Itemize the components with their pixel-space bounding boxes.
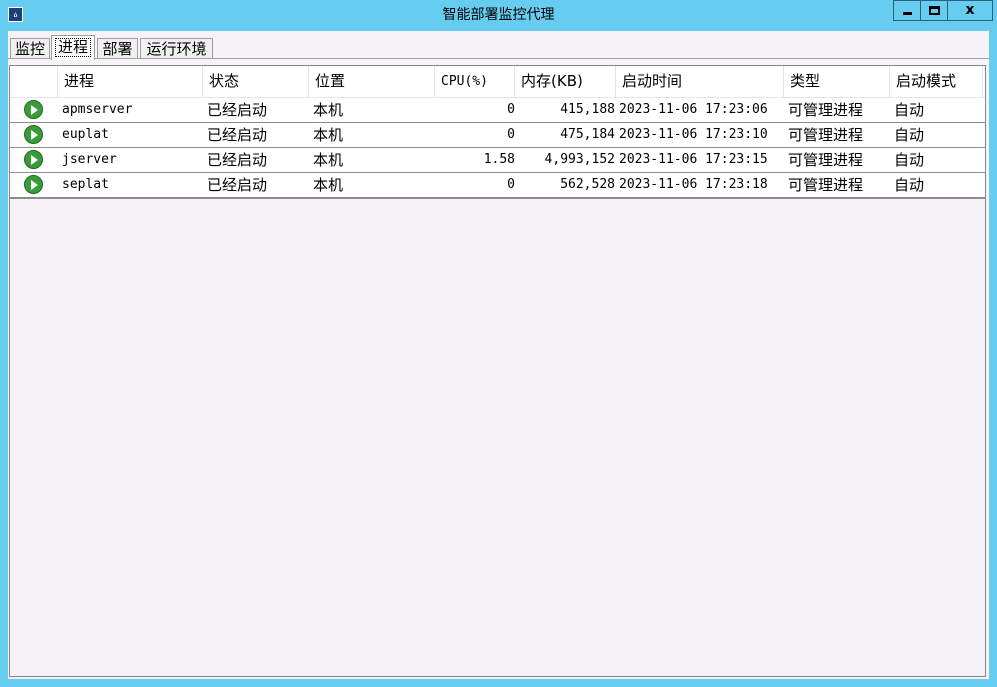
- process-tab-panel: 进程 状态 位置 CPU(%) 内存(KB) 启动时间 类型 启动模式 apms…: [8, 58, 989, 679]
- tab-label: 监控: [14, 40, 45, 58]
- column-header-start-time[interactable]: 启动时间: [616, 66, 784, 97]
- close-button[interactable]: x: [947, 0, 993, 21]
- tab-deploy[interactable]: 部署: [97, 38, 138, 59]
- column-header-status[interactable]: 状态: [203, 66, 309, 97]
- column-header-start-mode[interactable]: 启动模式: [890, 66, 983, 97]
- running-icon: [24, 100, 43, 119]
- process-name: seplat: [62, 177, 109, 192]
- process-memory: 475,184: [560, 127, 615, 142]
- column-header-type[interactable]: 类型: [784, 66, 890, 97]
- process-start-time: 2023-11-06 17:23:18: [619, 177, 768, 192]
- process-memory: 4,993,152: [544, 152, 615, 167]
- process-type: 可管理进程: [788, 101, 864, 119]
- process-start-mode: 自动: [894, 151, 925, 169]
- process-status: 已经启动: [207, 151, 268, 169]
- process-cpu: 0: [507, 177, 515, 192]
- tab-label: 运行环境: [146, 40, 207, 58]
- running-icon: [24, 125, 43, 144]
- process-memory: 415,188: [560, 102, 615, 117]
- minimize-button[interactable]: [893, 0, 920, 21]
- process-type: 可管理进程: [788, 126, 864, 144]
- minimize-icon: [903, 12, 912, 15]
- close-icon: x: [965, 2, 975, 18]
- process-start-time: 2023-11-06 17:23:15: [619, 152, 768, 167]
- column-header-process[interactable]: 进程: [58, 66, 203, 97]
- table-row[interactable]: euplat 已经启动 本机 0 475,184 2023-11-06 17:2…: [10, 123, 985, 149]
- process-cpu: 1.58: [483, 152, 515, 167]
- title-bar[interactable]: ዕ 智能部署监控代理 x: [0, 0, 997, 30]
- process-cpu: 0: [507, 127, 515, 142]
- process-location: 本机: [313, 101, 344, 119]
- process-location: 本机: [313, 176, 344, 194]
- window-title: 智能部署监控代理: [442, 7, 555, 23]
- process-status: 已经启动: [207, 101, 268, 119]
- tab-label: 部署: [102, 40, 133, 58]
- process-type: 可管理进程: [788, 176, 864, 194]
- app-window: ዕ 智能部署监控代理 x 监控 进程 部署 运行环境 进程 状态 位置 CPU(…: [0, 0, 997, 687]
- column-header-location[interactable]: 位置: [309, 66, 435, 97]
- process-location: 本机: [313, 126, 344, 144]
- maximize-icon: [929, 6, 940, 15]
- process-start-mode: 自动: [894, 176, 925, 194]
- table-row[interactable]: apmserver 已经启动 本机 0 415,188 2023-11-06 1…: [10, 98, 985, 124]
- tab-strip: 监控 进程 部署 运行环境: [8, 35, 989, 60]
- list-header: 进程 状态 位置 CPU(%) 内存(KB) 启动时间 类型 启动模式: [10, 66, 985, 98]
- process-type: 可管理进程: [788, 151, 864, 169]
- process-name: euplat: [62, 127, 109, 142]
- table-row[interactable]: seplat 已经启动 本机 0 562,528 2023-11-06 17:2…: [10, 173, 985, 199]
- process-memory: 562,528: [560, 177, 615, 192]
- process-start-time: 2023-11-06 17:23:10: [619, 127, 768, 142]
- process-start-mode: 自动: [894, 126, 925, 144]
- process-start-mode: 自动: [894, 101, 925, 119]
- process-name: jserver: [62, 152, 117, 167]
- tab-process[interactable]: 进程: [51, 35, 95, 60]
- column-header-memory[interactable]: 内存(KB): [515, 66, 616, 97]
- column-header-cpu[interactable]: CPU(%): [435, 66, 515, 97]
- tab-label: 进程: [54, 38, 91, 57]
- tab-runtime-env[interactable]: 运行环境: [140, 38, 213, 59]
- client-area: 监控 进程 部署 运行环境 进程 状态 位置 CPU(%) 内存(KB) 启动时…: [8, 31, 989, 679]
- process-status: 已经启动: [207, 176, 268, 194]
- process-cpu: 0: [507, 102, 515, 117]
- process-location: 本机: [313, 151, 344, 169]
- process-name: apmserver: [62, 102, 133, 117]
- process-status: 已经启动: [207, 126, 268, 144]
- tab-monitor[interactable]: 监控: [10, 38, 50, 59]
- running-icon: [24, 150, 43, 169]
- running-icon: [24, 175, 43, 194]
- process-start-time: 2023-11-06 17:23:06: [619, 102, 768, 117]
- table-row[interactable]: jserver 已经启动 本机 1.58 4,993,152 2023-11-0…: [10, 148, 985, 174]
- column-header-icon[interactable]: [10, 66, 58, 97]
- maximize-button[interactable]: [920, 0, 947, 21]
- process-list[interactable]: 进程 状态 位置 CPU(%) 内存(KB) 启动时间 类型 启动模式 apms…: [9, 65, 986, 677]
